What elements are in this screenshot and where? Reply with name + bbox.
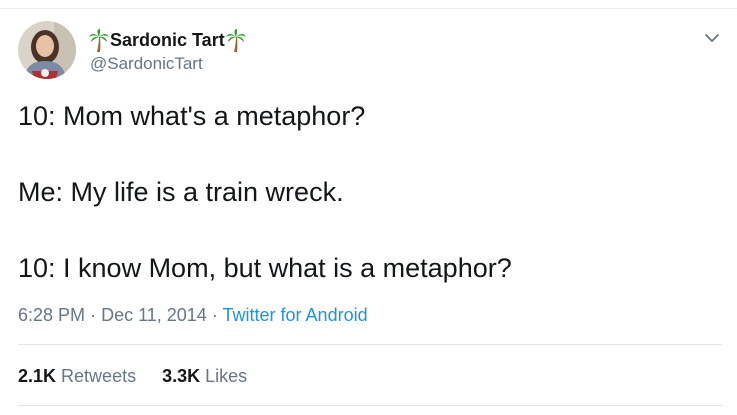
avatar[interactable] [18,21,76,79]
likes-label: Likes [205,366,248,386]
likes-stat[interactable]: 3.3K Likes [162,366,247,387]
stats-divider-bottom [18,405,722,406]
retweets-label: Retweets [61,366,137,386]
tweet-source-link[interactable]: Twitter for Android [223,305,368,325]
retweets-stat[interactable]: 2.1K Retweets [18,366,136,387]
tweet-text-line: 10: I know Mom, but what is a metaphor? [18,253,512,283]
display-name-row[interactable]: Sardonic Tart [88,28,247,52]
tweet-text-line: Me: My life is a train wreck. [18,177,344,207]
meta-separator: · [211,305,218,325]
palm-tree-icon [225,28,247,52]
tweet-metadata: 6:28 PM · Dec 11, 2014 · Twitter for And… [18,305,368,326]
user-handle[interactable]: @SardonicTart [90,54,203,74]
tweet-text-line: 10: Mom what's a metaphor? [18,101,366,131]
palm-tree-icon [88,28,110,52]
top-divider [0,8,737,9]
retweets-count: 2.1K [18,366,57,386]
engagement-stats: 2.1K Retweets 3.3K Likes [18,366,247,387]
stats-divider-top [18,344,722,345]
avatar-image [18,21,76,79]
tweet-date[interactable]: Dec 11, 2014 [101,305,207,325]
chevron-down-icon[interactable] [702,28,722,48]
likes-count: 3.3K [162,366,201,386]
display-name[interactable]: Sardonic Tart [110,30,225,51]
tweet-time[interactable]: 6:28 PM [18,305,85,325]
meta-separator: · [90,305,97,325]
